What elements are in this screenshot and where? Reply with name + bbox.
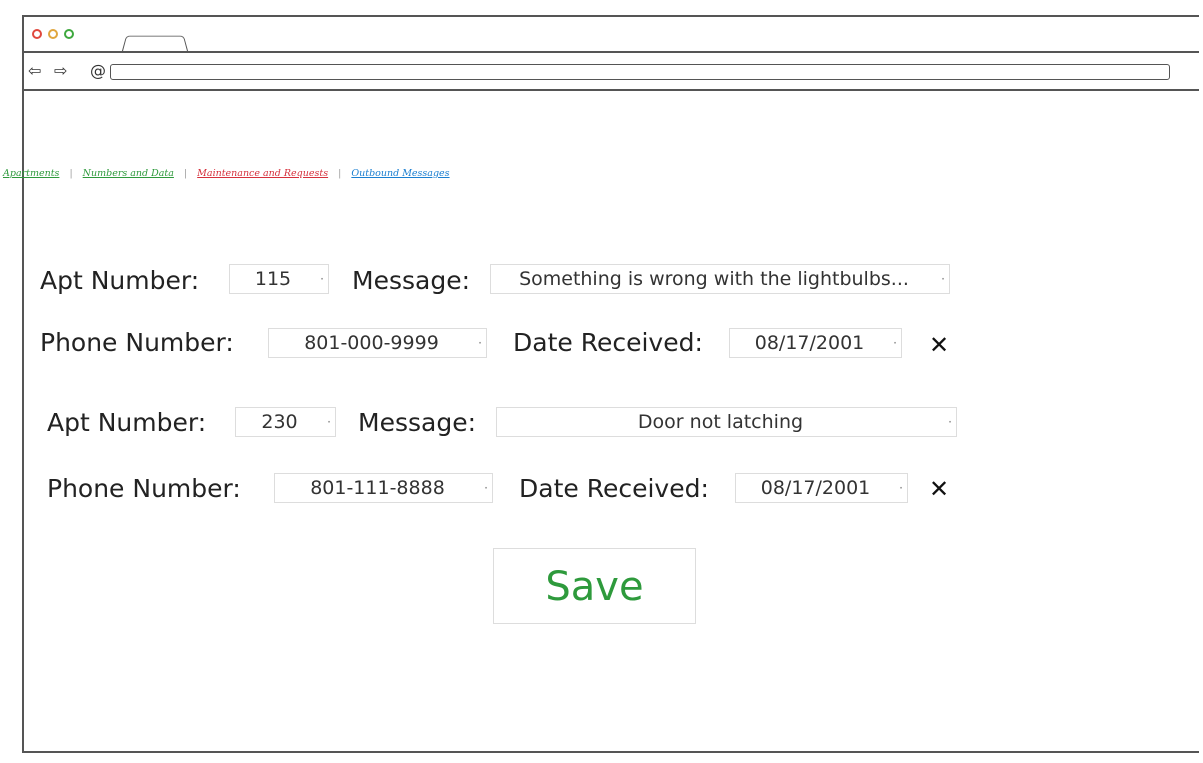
phone-number-value: 801-000-9999 [304,332,439,354]
chevron-down-icon: · [893,336,897,350]
close-icon[interactable]: ✕ [929,330,949,360]
close-icon[interactable]: ✕ [929,474,949,504]
save-button[interactable]: Save [493,548,696,624]
nav-link-apartments[interactable]: Apartments [3,168,59,179]
nav-link-outbound-messages[interactable]: Outbound Messages [351,168,449,179]
forward-arrow-icon[interactable]: ⇨ [54,63,67,79]
chevron-down-icon: · [484,481,488,495]
apt-number-value: 230 [261,411,298,433]
back-arrow-icon[interactable]: ⇦ [28,63,41,79]
chevron-down-icon: · [899,481,903,495]
date-received-select[interactable]: 08/17/2001 · [735,473,908,503]
chevron-down-icon: · [941,272,945,286]
nav-separator: | [69,168,73,179]
browser-navbar: ⇦ ⇨ @ [24,53,1199,91]
phone-number-select[interactable]: 801-111-8888 · [274,473,493,503]
date-received-value: 08/17/2001 [754,332,865,354]
date-received-label: Date Received: [519,474,709,503]
date-received-label: Date Received: [513,328,703,357]
apt-number-label: Apt Number: [47,408,207,437]
chevron-down-icon: · [478,336,482,350]
phone-number-value: 801-111-8888 [310,477,445,499]
nav-link-maintenance-and-requests[interactable]: Maintenance and Requests [197,168,328,179]
apt-number-select[interactable]: 115 · [229,264,329,294]
message-value: Something is wrong with the lightbulbs..… [519,268,909,290]
close-window-icon[interactable] [32,29,42,39]
browser-window: ⇦ ⇨ @ [22,15,1199,753]
minimize-window-icon[interactable] [48,29,58,39]
nav-separator: | [183,168,188,179]
chevron-down-icon: · [327,415,331,429]
apt-number-label: Apt Number: [40,266,200,295]
apt-number-select[interactable]: 230 · [235,407,336,437]
phone-number-select[interactable]: 801-000-9999 · [268,328,487,358]
browser-titlebar [24,17,1199,53]
nav-separator: | [338,168,342,179]
message-select[interactable]: Something is wrong with the lightbulbs..… [490,264,950,294]
browser-tab[interactable] [121,35,189,53]
message-value: Door not latching [637,411,804,433]
apt-number-value: 115 [254,268,292,290]
phone-number-label: Phone Number: [40,328,234,357]
message-select[interactable]: Door not latching · [496,407,957,437]
address-bar[interactable] [110,64,1170,80]
phone-number-label: Phone Number: [47,474,241,503]
reload-icon[interactable]: @ [90,63,106,79]
maximize-window-icon[interactable] [64,29,74,39]
nav-link-numbers-and-data[interactable]: Numbers and Data [83,168,174,179]
date-received-select[interactable]: 08/17/2001 · [729,328,902,358]
message-label: Message: [358,408,476,437]
top-nav-links: Apartments | Numbers and Data | Maintena… [3,168,450,179]
date-received-value: 08/17/2001 [760,477,871,499]
message-label: Message: [352,266,470,295]
chevron-down-icon: · [948,415,952,429]
chevron-down-icon: · [320,272,324,286]
